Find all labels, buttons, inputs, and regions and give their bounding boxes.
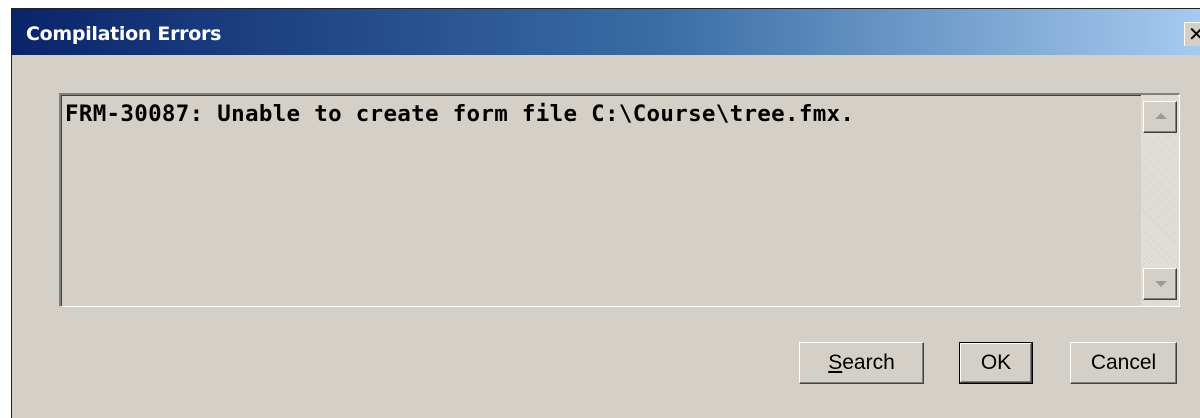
close-button[interactable]: ✕: [1184, 22, 1200, 46]
search-button[interactable]: Search: [799, 342, 924, 384]
error-message-text: FRM-30087: Unable to create form file C:…: [65, 101, 855, 127]
error-messages-textarea[interactable]: FRM-30087: Unable to create form file C:…: [59, 93, 1180, 307]
search-button-label: Search: [828, 351, 895, 374]
vertical-scrollbar[interactable]: [1141, 95, 1179, 306]
cancel-button-label: Cancel: [1090, 351, 1157, 374]
compilation-errors-dialog: Compilation Errors ✕ FRM-30087: Unable t…: [11, 8, 1200, 418]
ok-button[interactable]: OK: [959, 342, 1033, 384]
scroll-up-button[interactable]: [1143, 101, 1177, 133]
ok-button-label: OK: [980, 351, 1012, 374]
scroll-down-button[interactable]: [1143, 268, 1177, 300]
cancel-button[interactable]: Cancel: [1070, 342, 1177, 384]
window-title: Compilation Errors: [26, 23, 222, 45]
title-bar[interactable]: Compilation Errors ✕: [12, 9, 1200, 55]
down-arrow-icon: [1155, 281, 1167, 287]
close-icon: ✕: [1188, 24, 1200, 44]
up-arrow-icon: [1155, 113, 1167, 119]
